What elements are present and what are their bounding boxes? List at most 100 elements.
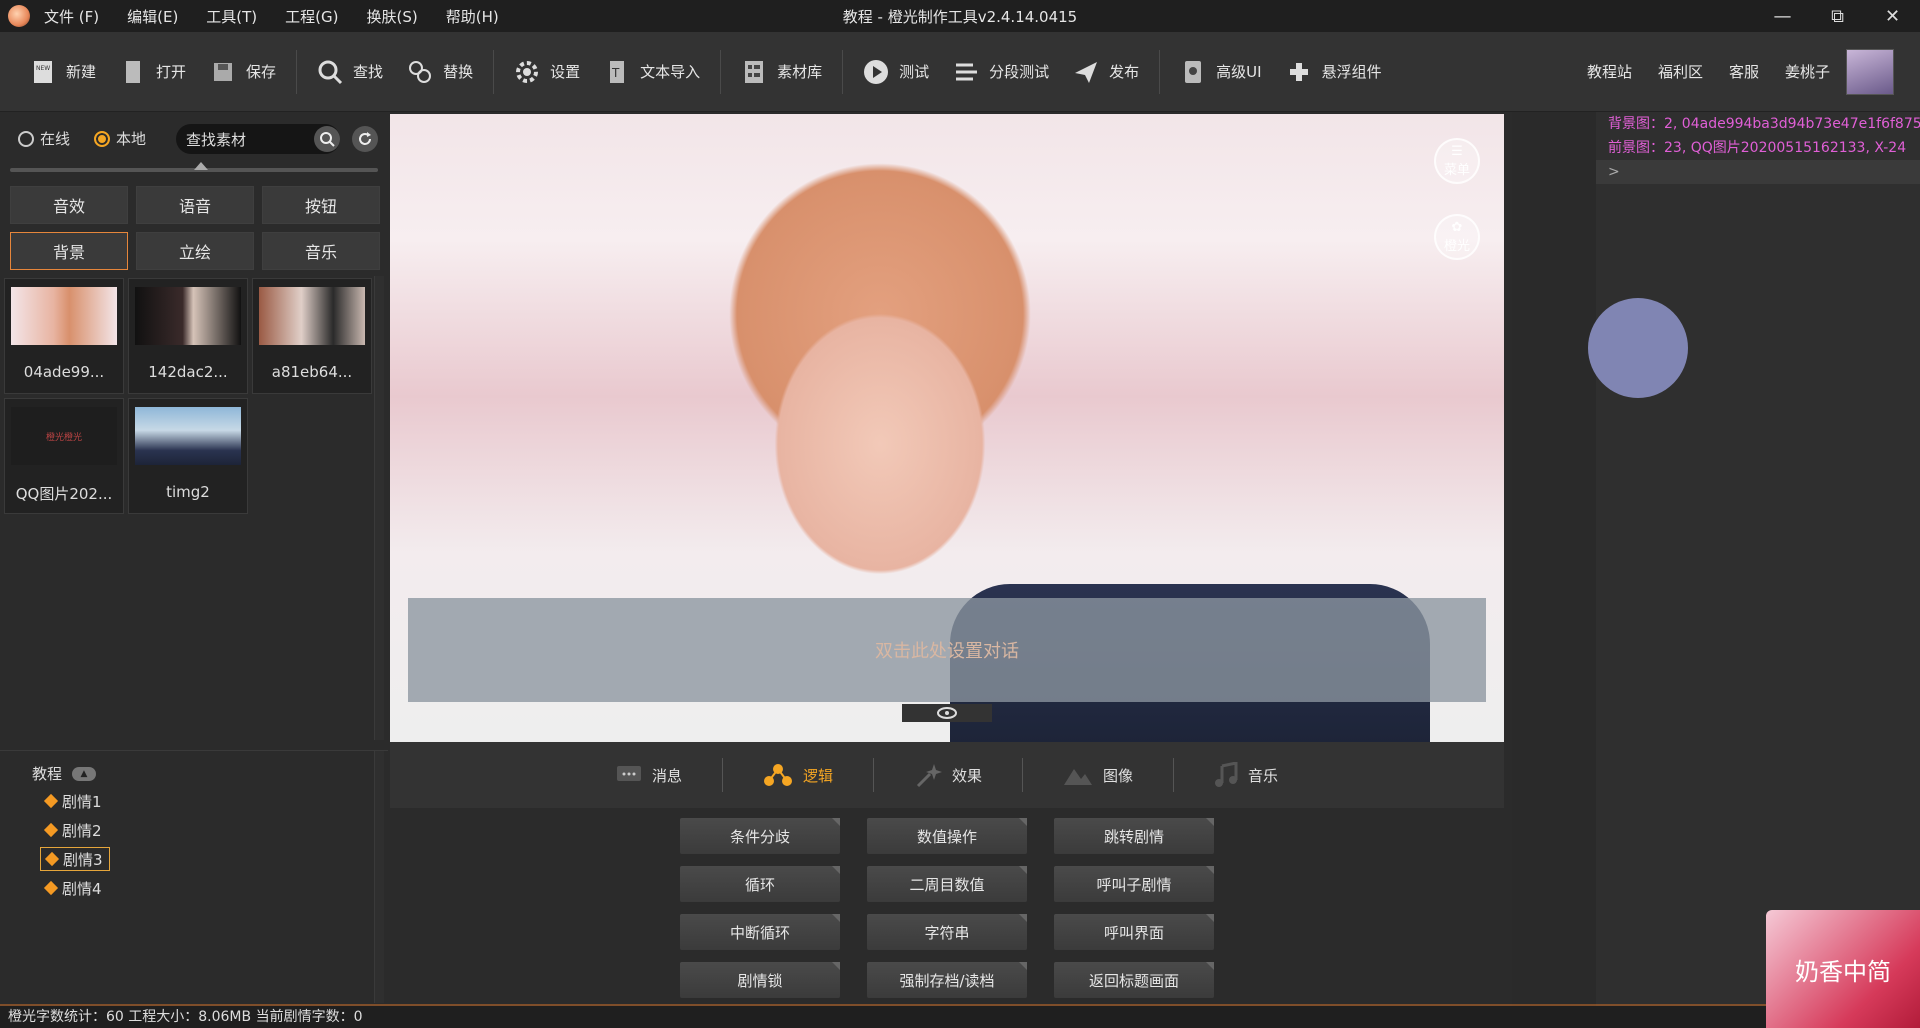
tab-message[interactable]: 消息 xyxy=(576,758,722,792)
title-bar: 文件 (F) 编辑(E) 工具(T) 工程(G) 换肤(S) 帮助(H) 教程 … xyxy=(0,0,1920,32)
category-button[interactable]: 按钮 xyxy=(262,186,380,224)
menu-edit[interactable]: 编辑(E) xyxy=(127,6,178,27)
tab-effect-label: 效果 xyxy=(951,766,982,785)
radio-local[interactable]: 本地 xyxy=(94,128,146,149)
minimize-button[interactable]: — xyxy=(1755,0,1810,32)
refresh-button[interactable] xyxy=(352,126,378,152)
save-icon xyxy=(210,59,236,85)
category-sound-effect[interactable]: 音效 xyxy=(10,186,128,224)
tab-logic[interactable]: 逻辑 xyxy=(723,758,873,792)
publish-label: 发布 xyxy=(1109,63,1140,81)
thumbnail-label: a81eb64... xyxy=(271,363,353,381)
open-button[interactable]: 打开 xyxy=(108,50,198,94)
jump-story-button[interactable]: 跳转剧情 xyxy=(1054,818,1214,854)
radio-local-dot[interactable] xyxy=(94,130,111,147)
event-list[interactable]: 背景图：2, 04ade994ba3d94b73e47e1f6f875 前景图：… xyxy=(1596,112,1920,1006)
return-title-button[interactable]: 返回标题画面 xyxy=(1054,962,1214,998)
tab-music[interactable]: 音乐 xyxy=(1174,758,1318,792)
avatar[interactable] xyxy=(1846,48,1894,95)
thumbnail-item[interactable]: 橙光橙光 QQ图片202... xyxy=(4,398,124,514)
save-label: 保存 xyxy=(246,63,277,81)
test-button[interactable]: 测试 xyxy=(851,50,941,94)
segment-test-button[interactable]: 分段测试 xyxy=(941,50,1061,94)
dialog-box[interactable]: 双击此处设置对话 xyxy=(408,598,1486,702)
username-link[interactable]: 姜桃子 xyxy=(1785,61,1830,82)
diamond-icon xyxy=(43,880,59,896)
effect-icon xyxy=(916,764,942,788)
toolbar-divider xyxy=(842,49,844,94)
image-icon xyxy=(1064,769,1092,785)
settings-button[interactable]: 设置 xyxy=(502,50,592,94)
radio-online[interactable]: 在线 xyxy=(18,128,70,149)
event-insert-line[interactable]: > xyxy=(1596,160,1920,184)
tree-root-label: 教程 xyxy=(32,765,63,783)
category-voice[interactable]: 语音 xyxy=(136,186,254,224)
welfare-link[interactable]: 福利区 xyxy=(1658,61,1703,82)
text-import-icon: T xyxy=(604,59,630,85)
force-save-load-button[interactable]: 强制存档/读档 xyxy=(867,962,1027,998)
loop-button[interactable]: 循环 xyxy=(680,866,840,902)
tutorial-link[interactable]: 教程站 xyxy=(1587,61,1632,82)
new-label: 新建 xyxy=(66,63,97,81)
resource-panel: 在线 本地 查找素材 音效 语音 按钮 背景 立绘 音乐 04ade99... … xyxy=(0,112,388,740)
search-button[interactable] xyxy=(314,126,340,152)
tab-effect[interactable]: 效果 xyxy=(874,758,1022,792)
thumbnail-label: 142dac2... xyxy=(148,363,228,381)
thumbnail-item[interactable]: a81eb64... xyxy=(252,278,372,394)
toggle-dialog-button[interactable] xyxy=(902,704,992,722)
tree-root[interactable]: 教程 ▲ xyxy=(32,763,97,784)
thumbnail-size-slider[interactable] xyxy=(10,162,378,172)
second-round-value-button[interactable]: 二周目数值 xyxy=(867,866,1027,902)
thumbnail-scrollbar[interactable] xyxy=(374,276,384,740)
tree-item-story2[interactable]: 剧情2 xyxy=(40,818,108,842)
save-button[interactable]: 保存 xyxy=(198,50,288,94)
menu-tools[interactable]: 工具(T) xyxy=(206,6,257,27)
call-interface-button[interactable]: 呼叫界面 xyxy=(1054,914,1214,950)
advanced-ui-button[interactable]: 高级UI xyxy=(1168,50,1273,94)
replace-button[interactable]: 替换 xyxy=(395,50,485,94)
menu-skin[interactable]: 换肤(S) xyxy=(367,6,418,27)
thumbnail-item[interactable]: timg2 xyxy=(128,398,248,514)
close-button[interactable]: ✕ xyxy=(1865,0,1920,32)
new-button[interactable]: NEW 新建 xyxy=(18,50,108,94)
value-operation-button[interactable]: 数值操作 xyxy=(867,818,1027,854)
event-line[interactable]: 前景图：23, QQ图片20200515162133, X-24 xyxy=(1596,136,1920,160)
find-button[interactable]: 查找 xyxy=(305,50,395,94)
text-import-button[interactable]: T 文本导入 xyxy=(592,50,712,94)
tree-item-story3[interactable]: 剧情3 xyxy=(40,847,110,871)
scene-preview[interactable]: ☰ 菜单 ✿ 橙光 双击此处设置对话 xyxy=(390,114,1504,742)
publish-button[interactable]: 发布 xyxy=(1061,50,1151,94)
radio-online-label: 在线 xyxy=(40,130,71,148)
support-link[interactable]: 客服 xyxy=(1729,61,1759,82)
category-portrait[interactable]: 立绘 xyxy=(136,232,254,270)
search-icon xyxy=(317,59,343,85)
radio-local-label: 本地 xyxy=(116,130,147,148)
tree-item-story1[interactable]: 剧情1 xyxy=(40,789,108,813)
thumbnail-item[interactable]: 142dac2... xyxy=(128,278,248,394)
radio-online-dot[interactable] xyxy=(18,130,34,147)
string-button[interactable]: 字符串 xyxy=(867,914,1027,950)
menu-project[interactable]: 工程(G) xyxy=(285,6,338,27)
call-sub-story-button[interactable]: 呼叫子剧情 xyxy=(1054,866,1214,902)
thumbnail-item[interactable]: 04ade99... xyxy=(4,278,124,394)
category-background[interactable]: 背景 xyxy=(10,232,128,270)
menu-file[interactable]: 文件 (F) xyxy=(44,6,99,27)
menu-help[interactable]: 帮助(H) xyxy=(446,6,499,27)
category-music[interactable]: 音乐 xyxy=(262,232,380,270)
collapse-icon[interactable]: ▲ xyxy=(72,766,97,781)
story-lock-button[interactable]: 剧情锁 xyxy=(680,962,840,998)
event-line[interactable]: 背景图：2, 04ade994ba3d94b73e47e1f6f875 xyxy=(1596,112,1920,136)
break-loop-button[interactable]: 中断循环 xyxy=(680,914,840,950)
tree-item-story4[interactable]: 剧情4 xyxy=(40,876,108,900)
refresh-icon xyxy=(359,132,371,145)
orange-light-icon[interactable]: ✿ 橙光 xyxy=(1434,214,1480,260)
tab-image[interactable]: 图像 xyxy=(1023,758,1173,792)
menu-icon-label: 菜单 xyxy=(1443,163,1470,178)
condition-branch-button[interactable]: 条件分歧 xyxy=(680,818,840,854)
menu-icon[interactable]: ☰ 菜单 xyxy=(1434,138,1480,184)
maximize-button[interactable]: ⧉ xyxy=(1810,0,1865,32)
slider-handle[interactable] xyxy=(194,162,208,170)
float-component-button[interactable]: 悬浮组件 xyxy=(1274,50,1394,94)
library-button[interactable]: 素材库 xyxy=(729,50,834,94)
tree-scrollbar[interactable] xyxy=(374,751,384,1003)
